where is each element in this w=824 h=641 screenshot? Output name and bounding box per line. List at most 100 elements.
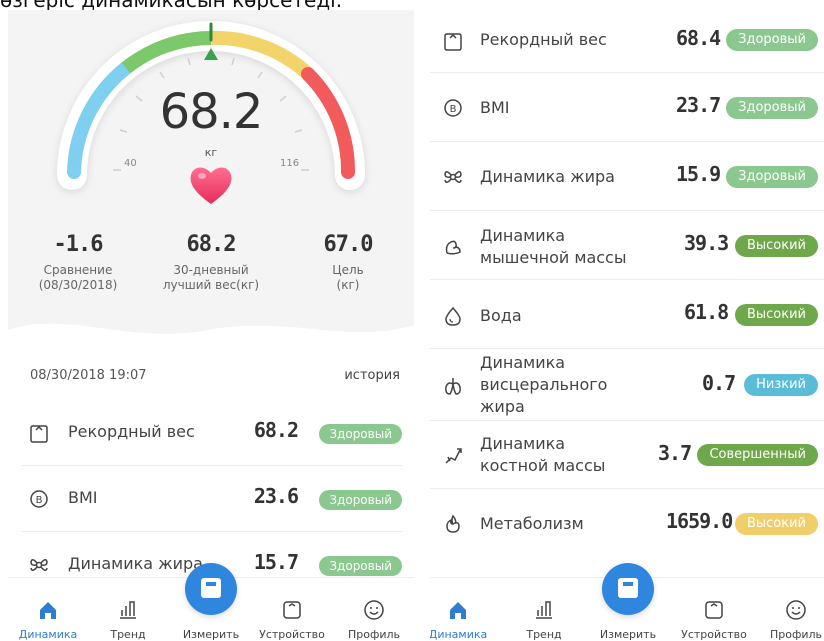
metric-name: Динамика мышечной массы [480, 226, 627, 267]
bone-icon [445, 448, 462, 464]
metric-value: 23.6 [253, 484, 299, 508]
device-icon [705, 601, 723, 619]
status-badge: Здоровый [726, 166, 818, 188]
measurement-date-row: 08/30/2018 19:07 история [30, 368, 400, 383]
metric-value: 0.7 [702, 371, 736, 395]
svg-text:B: B [36, 495, 43, 506]
left-screen: 68.2 кг 40 116 -1.6 Сравнение (08/30/2018… [8, 10, 414, 641]
weight-unit: кг [204, 146, 218, 159]
status-badge: Здоровый [319, 424, 402, 444]
status-badge: Высокий [734, 304, 818, 326]
home-icon [40, 602, 56, 619]
metric-name: BMI [480, 98, 510, 117]
metric-value: 61.8 [684, 300, 729, 324]
measurement-date: 08/30/2018 19:07 [30, 368, 147, 383]
metric-value: 15.9 [676, 162, 721, 186]
metric-name: Динамика жира [480, 167, 615, 186]
nav-dynamics[interactable]: Динамика [430, 598, 498, 641]
r-metric-row-bone[interactable]: Динамика костной массы 3.7 Совершенный [430, 421, 824, 489]
stat-compare: -1.6 Сравнение (08/30/2018) [28, 232, 128, 293]
metric-name: Рекордный вес [480, 30, 607, 49]
scale-icon [201, 578, 221, 598]
nav-measure[interactable]: Измерить [171, 628, 251, 641]
metric-name: Динамика жира [68, 554, 203, 573]
stat-best-weight: 68.2 30-дневный лучший вес(кг) [158, 232, 264, 293]
nav-device[interactable]: Устройство [252, 598, 332, 641]
muscle-icon [445, 240, 461, 255]
r-metric-row-record-weight[interactable]: Рекордный вес 68.4 Здоровый [430, 4, 824, 73]
metric-value: 23.7 [676, 93, 721, 117]
metric-name: Вода [480, 306, 522, 325]
stat-compare-value: -1.6 [53, 232, 104, 257]
stat-best-weight-value: 68.2 [186, 232, 237, 257]
visceral-fat-icon [445, 378, 461, 395]
metric-name: BMI [68, 488, 98, 507]
nav-profile[interactable]: Профиль [756, 598, 824, 641]
smiley-icon [786, 600, 806, 620]
nav-trend[interactable]: Тренд [88, 598, 168, 641]
status-badge: Здоровый [726, 97, 818, 119]
nav-dynamics[interactable]: Динамика [8, 598, 88, 641]
trend-icon [120, 601, 136, 619]
status-badge: Здоровый [726, 29, 818, 51]
nav-device[interactable]: Устройство [674, 598, 754, 641]
fat-icon [444, 171, 462, 183]
metric-name: Динамика висцерального жира [480, 353, 608, 416]
metric-value: 1659.0 [666, 509, 733, 533]
stat-compare-label: Сравнение (08/30/2018) [38, 263, 118, 292]
status-badge: Здоровый [319, 556, 402, 576]
bottom-nav: Динамика Тренд Измерить Устройство Профи… [8, 563, 414, 641]
bmi-icon: B [30, 490, 48, 508]
metric-value: 3.7 [658, 441, 692, 465]
r-metric-row-bmi[interactable]: B BMI 23.7 Здоровый [430, 73, 824, 142]
trend-icon [536, 601, 552, 619]
status-badge: Низкий [744, 374, 818, 396]
r-metric-row-muscle[interactable]: Динамика мышечной массы 39.3 Высокий [430, 211, 824, 280]
device-icon [283, 601, 301, 619]
metric-name: Метаболизм [480, 514, 584, 533]
r-metric-row-visceral-fat[interactable]: Динамика висцерального жира 0.7 Низкий [430, 349, 824, 421]
nav-profile[interactable]: Профиль [334, 598, 414, 641]
status-badge: Совершенный [697, 444, 818, 466]
measure-button[interactable] [602, 563, 654, 615]
current-weight: 68.2 [159, 84, 264, 140]
bmi-icon: B [444, 99, 462, 117]
metric-value: 15.7 [253, 550, 299, 574]
nav-trend[interactable]: Тренд [504, 598, 584, 641]
water-icon [445, 306, 461, 326]
gauge-panel: 68.2 кг 40 116 -1.6 Сравнение (08/30/2018… [8, 10, 414, 340]
metric-row-record-weight[interactable]: Рекордный вес 68.2 Здоровый [22, 400, 402, 466]
r-metric-row-metabolism[interactable]: Метаболизм 1659.0 Высокий [430, 489, 824, 558]
metric-name: Динамика костной массы [480, 434, 606, 475]
smiley-icon [364, 600, 384, 620]
gauge-max-label: 116 [280, 158, 300, 169]
heart-icon [190, 167, 232, 204]
scale-record-icon [30, 425, 48, 443]
bottom-nav-right: Динамика Тренд Измерить Устройство Профи… [430, 563, 824, 641]
status-badge: Здоровый [319, 490, 402, 510]
right-screen: Рекордный вес 68.4 Здоровый B BMI 23.7 З… [430, 0, 824, 641]
stat-goal-value: 67.0 [323, 232, 374, 257]
scale-record-icon [444, 33, 462, 51]
r-metric-row-fat[interactable]: Динамика жира 15.9 Здоровый [430, 142, 824, 211]
status-badge: Высокий [734, 513, 818, 535]
stat-best-weight-label: 30-дневный лучший вес(кг) [162, 263, 260, 292]
nav-measure[interactable]: Измерить [588, 628, 668, 641]
scale-icon [618, 578, 638, 598]
measure-button[interactable] [185, 563, 237, 615]
metric-row-bmi[interactable]: B BMI 23.6 Здоровый [22, 466, 402, 532]
stat-goal: 67.0 Цель (кг) [308, 232, 388, 293]
metric-value: 68.4 [676, 26, 721, 50]
history-link[interactable]: история [344, 368, 400, 383]
stat-goal-label: Цель (кг) [332, 263, 364, 292]
metric-name: Рекордный вес [68, 422, 195, 441]
metabolism-icon [446, 514, 460, 533]
r-metric-row-water[interactable]: Вода 61.8 Высокий [430, 280, 824, 349]
metric-value: 68.2 [253, 418, 299, 442]
svg-text:B: B [450, 104, 457, 115]
fat-icon [30, 559, 48, 571]
home-icon [450, 602, 466, 619]
status-badge: Высокий [734, 235, 818, 257]
gauge-min-label: 40 [124, 158, 137, 169]
metric-value: 39.3 [684, 231, 729, 255]
